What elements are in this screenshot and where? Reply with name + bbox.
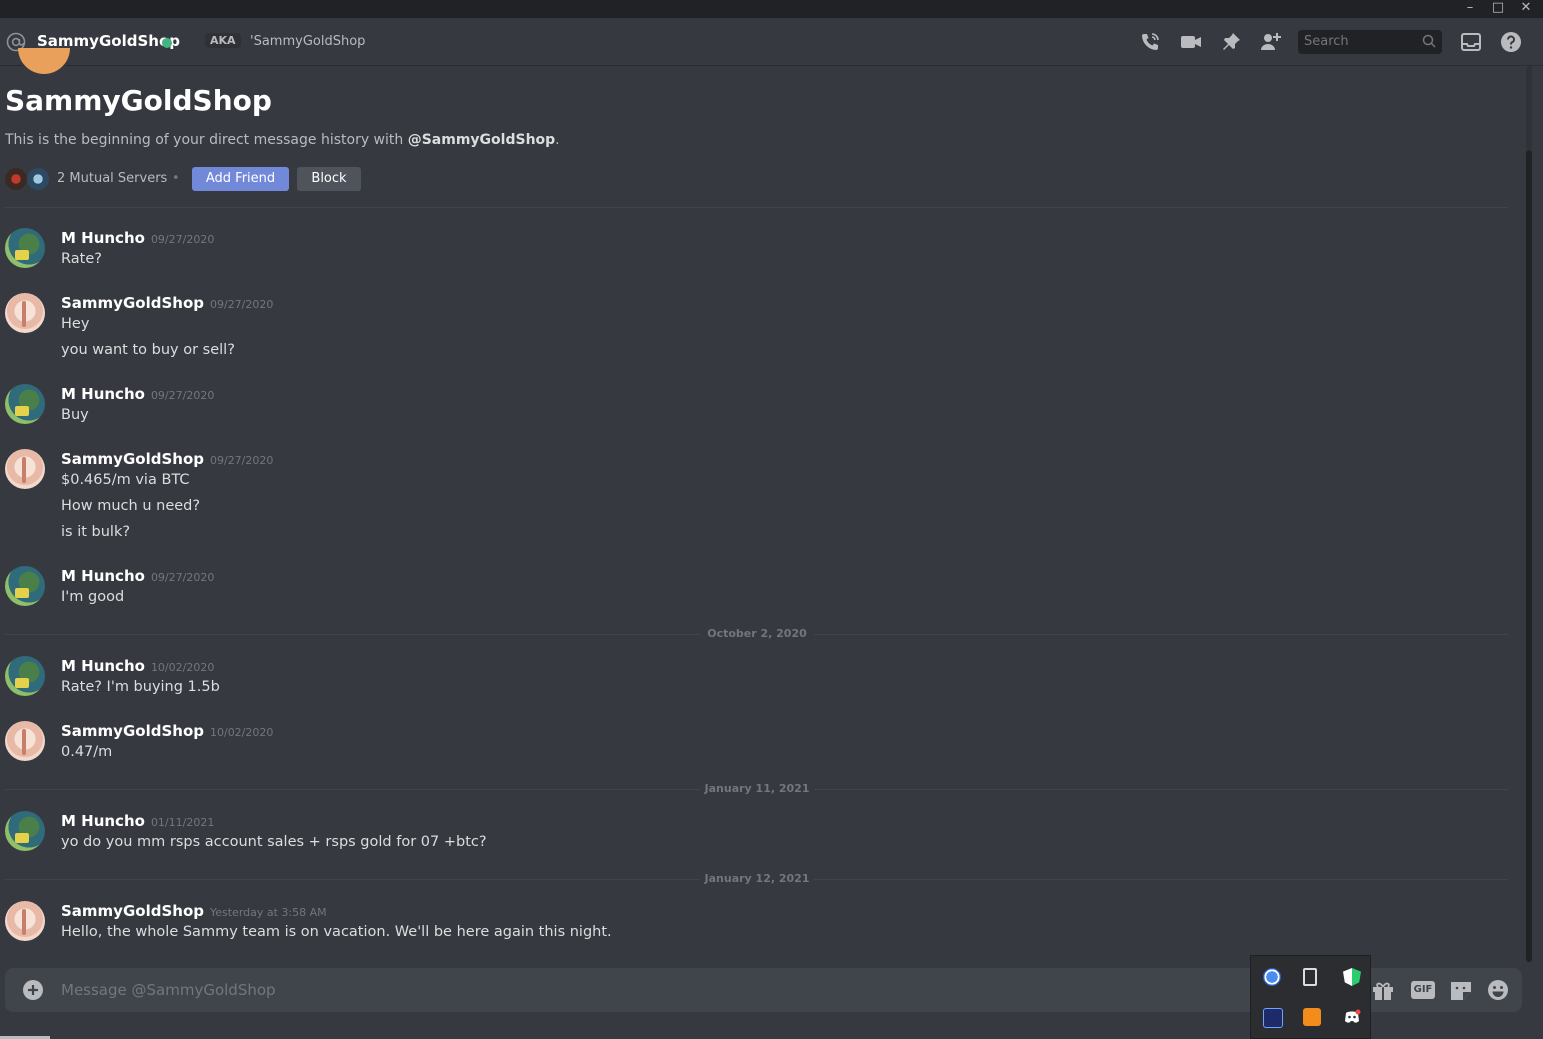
author-name[interactable]: M Huncho: [61, 385, 145, 403]
separator-dot: •: [172, 171, 180, 186]
message-text: How much u need?: [61, 498, 201, 514]
message-text: Buy: [61, 407, 89, 423]
message-author[interactable]: SammyGoldShop 09/27/2020: [61, 294, 273, 312]
avatar[interactable]: [5, 656, 45, 696]
minimize-icon[interactable]: –: [1456, 0, 1484, 18]
help-icon[interactable]: [1500, 31, 1522, 53]
message-timestamp: 10/02/2020: [150, 661, 215, 674]
intro-text-suffix: .: [555, 132, 560, 148]
message-timestamp: 09/27/2020: [209, 454, 274, 467]
message-timestamp: 09/27/2020: [209, 298, 274, 311]
message-text: is it bulk?: [61, 524, 131, 540]
add-friend-icon[interactable]: [1260, 31, 1282, 53]
avatar[interactable]: [5, 228, 45, 268]
gif-picker-icon[interactable]: GIF: [1411, 981, 1435, 999]
app-tray-icon[interactable]: [1263, 1008, 1283, 1028]
gift-icon[interactable]: [1371, 979, 1395, 1001]
intro-divider: [5, 207, 1508, 208]
mutual-server-avatar[interactable]: [5, 168, 27, 190]
search-icon: [1422, 34, 1436, 48]
message-text: I'm good: [61, 589, 125, 605]
add-friend-button[interactable]: Add Friend: [192, 167, 289, 191]
maximize-icon[interactable]: □: [1484, 0, 1512, 18]
message-timestamp: 01/11/2021: [150, 816, 215, 829]
message-author[interactable]: M Huncho 09/27/2020: [61, 229, 214, 247]
video-call-icon[interactable]: [1180, 31, 1202, 53]
avatar[interactable]: [5, 721, 45, 761]
message-timestamp: 09/27/2020: [150, 389, 215, 402]
message-author[interactable]: M Huncho 10/02/2020: [61, 657, 214, 675]
scrollbar-track: [1526, 66, 1532, 150]
message-timestamp: 10/02/2020: [209, 726, 274, 739]
window-titlebar: – □ ✕: [0, 0, 1543, 18]
avatar[interactable]: [5, 566, 45, 606]
mutual-server-avatar[interactable]: [27, 168, 49, 190]
date-divider-label: January 12, 2021: [700, 872, 814, 885]
author-name[interactable]: M Huncho: [61, 567, 145, 585]
date-divider-label: January 11, 2021: [700, 782, 814, 795]
message-input[interactable]: Message @SammyGoldShop: [61, 981, 276, 999]
aka-name: 'SammyGoldShop: [250, 34, 366, 49]
message-timestamp: 09/27/2020: [150, 233, 215, 246]
message-text: yo do you mm rsps account sales + rsps g…: [61, 834, 487, 850]
search-input[interactable]: Search: [1298, 30, 1442, 54]
voice-call-icon[interactable]: [1139, 31, 1161, 53]
author-name[interactable]: M Huncho: [61, 229, 145, 247]
message-author[interactable]: SammyGoldShop 10/02/2020: [61, 722, 273, 740]
message-text: Hello, the whole Sammy team is on vacati…: [61, 924, 612, 940]
author-name[interactable]: M Huncho: [61, 657, 145, 675]
channel-header: SammyGoldShop AKA 'SammyGoldShop Search: [0, 18, 1543, 66]
upload-plus-icon[interactable]: [23, 980, 43, 1000]
inbox-icon[interactable]: [1460, 31, 1482, 53]
author-name[interactable]: SammyGoldShop: [61, 450, 204, 468]
author-name[interactable]: SammyGoldShop: [61, 722, 204, 740]
message-text: 0.47/m: [61, 744, 113, 760]
online-status-indicator: [162, 38, 172, 48]
page-title: SammyGoldShop: [5, 84, 272, 117]
block-button[interactable]: Block: [297, 167, 361, 191]
system-tray-popup: [1250, 955, 1371, 1039]
recipient-avatar-large: [18, 48, 70, 74]
message-author[interactable]: SammyGoldShop 09/27/2020: [61, 450, 273, 468]
browser-tray-icon[interactable]: [1263, 968, 1281, 986]
discord-tray-icon[interactable]: [1343, 1008, 1361, 1026]
avatar[interactable]: [5, 384, 45, 424]
close-icon[interactable]: ✕: [1512, 0, 1540, 18]
scrollbar-thumb[interactable]: [1526, 150, 1532, 962]
usb-drive-tray-icon[interactable]: [1303, 968, 1317, 986]
avatar[interactable]: [5, 293, 45, 333]
message-text: $0.465/m via BTC: [61, 472, 190, 488]
message-text: Rate?: [61, 251, 102, 267]
date-divider-label: October 2, 2020: [700, 627, 814, 640]
author-name[interactable]: M Huncho: [61, 812, 145, 830]
pin-icon[interactable]: [1220, 31, 1242, 53]
security-shield-tray-icon[interactable]: [1343, 968, 1361, 986]
message-author[interactable]: M Huncho 09/27/2020: [61, 567, 214, 585]
sticker-icon[interactable]: [1449, 979, 1473, 1001]
intro-text-prefix: This is the beginning of your direct mes…: [5, 132, 408, 148]
message-author[interactable]: SammyGoldShop Yesterday at 3:58 AM: [61, 902, 327, 920]
message-text: Hey: [61, 316, 90, 332]
emoji-icon[interactable]: [1486, 979, 1510, 1001]
message-text: Rate? I'm buying 1.5b: [61, 679, 220, 695]
message-author[interactable]: M Huncho 09/27/2020: [61, 385, 214, 403]
mutual-servers-link[interactable]: 2 Mutual Servers: [57, 171, 167, 186]
avatar[interactable]: [5, 901, 45, 941]
orange-app-tray-icon[interactable]: [1303, 1008, 1321, 1026]
intro-handle: @SammyGoldShop: [407, 132, 556, 148]
author-name[interactable]: SammyGoldShop: [61, 294, 204, 312]
author-name[interactable]: SammyGoldShop: [61, 902, 204, 920]
avatar[interactable]: [5, 811, 45, 851]
search-placeholder: Search: [1304, 34, 1349, 49]
message-timestamp: 09/27/2020: [150, 571, 215, 584]
message-timestamp: Yesterday at 3:58 AM: [209, 906, 327, 919]
avatar[interactable]: [5, 449, 45, 489]
dm-intro-text: This is the beginning of your direct mes…: [5, 132, 560, 148]
message-text: you want to buy or sell?: [61, 342, 235, 358]
message-author[interactable]: M Huncho 01/11/2021: [61, 812, 214, 830]
aka-badge: AKA: [205, 33, 241, 48]
